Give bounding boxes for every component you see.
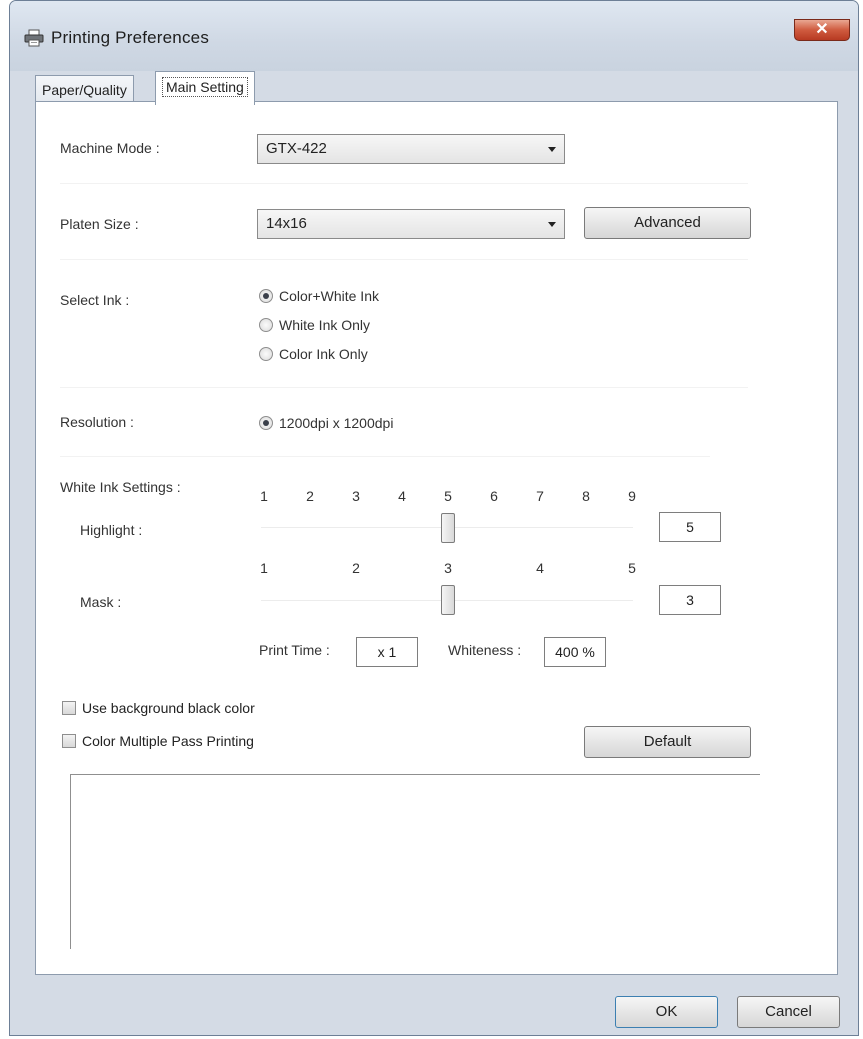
use-background-black-checkbox[interactable]: Use background black color (62, 697, 255, 719)
mask-tick: 1 (260, 560, 268, 576)
platen-size-select[interactable]: 14x16 (257, 209, 565, 239)
radio-button-checked[interactable] (259, 289, 273, 303)
highlight-slider-thumb[interactable] (441, 513, 455, 543)
mask-tick: 2 (352, 560, 360, 576)
highlight-tick: 3 (352, 488, 360, 504)
mask-tick: 4 (536, 560, 544, 576)
default-button[interactable]: Default (584, 726, 751, 758)
printer-icon (24, 29, 44, 47)
mask-slider-thumb[interactable] (441, 585, 455, 615)
description-area (70, 774, 760, 949)
radio-label: 1200dpi x 1200dpi (279, 415, 394, 431)
radio-label: White Ink Only (279, 317, 371, 333)
divider (60, 456, 710, 457)
machine-mode-value: GTX-422 (266, 140, 327, 157)
select-ink-label: Select Ink : (60, 292, 130, 308)
checkbox-label: Use background black color (82, 700, 255, 716)
main-setting-panel: Machine Mode : GTX-422 Platen Size : 14x… (35, 101, 838, 975)
checkbox[interactable] (62, 701, 76, 715)
printing-preferences-window: Printing Preferences ✕ Paper/Quality Mai… (9, 0, 859, 1036)
tab-main-setting-label: Main Setting (162, 77, 248, 97)
mask-label: Mask : (80, 594, 122, 610)
window-title: Printing Preferences (51, 28, 210, 47)
divider (60, 183, 748, 184)
radio-color-white-ink[interactable]: Color+White Ink (259, 285, 379, 307)
divider (60, 259, 748, 260)
chevron-down-icon (548, 222, 556, 227)
radio-button[interactable] (259, 318, 273, 332)
highlight-tick: 2 (306, 488, 314, 504)
highlight-tick: 8 (582, 488, 590, 504)
highlight-tick: 9 (628, 488, 636, 504)
machine-mode-label: Machine Mode : (60, 140, 160, 156)
radio-white-ink-only[interactable]: White Ink Only (259, 314, 370, 336)
highlight-value-box[interactable]: 5 (659, 512, 721, 542)
highlight-tick: 4 (398, 488, 406, 504)
checkbox[interactable] (62, 734, 76, 748)
highlight-tick: 7 (536, 488, 544, 504)
cancel-button[interactable]: Cancel (737, 996, 840, 1028)
machine-mode-select[interactable]: GTX-422 (257, 134, 565, 164)
radio-resolution-1200[interactable]: 1200dpi x 1200dpi (259, 412, 393, 434)
radio-button[interactable] (259, 347, 273, 361)
ok-button[interactable]: OK (615, 996, 718, 1028)
chevron-down-icon (548, 147, 556, 152)
platen-size-label: Platen Size : (60, 216, 139, 232)
advanced-button[interactable]: Advanced (584, 207, 751, 239)
radio-color-ink-only[interactable]: Color Ink Only (259, 343, 368, 365)
radio-button-checked[interactable] (259, 416, 273, 430)
title-bar[interactable]: Printing Preferences ✕ (10, 1, 858, 71)
highlight-tick: 1 (260, 488, 268, 504)
highlight-tick: 5 (444, 488, 452, 504)
radio-label: Color+White Ink (279, 288, 379, 304)
close-button[interactable]: ✕ (794, 19, 850, 41)
whiteness-value[interactable]: 400 % (544, 637, 606, 667)
whiteness-label: Whiteness : (448, 642, 522, 658)
color-multiple-pass-checkbox[interactable]: Color Multiple Pass Printing (62, 730, 254, 752)
mask-value-box[interactable]: 3 (659, 585, 721, 615)
print-time-value[interactable]: x 1 (356, 637, 418, 667)
print-time-label: Print Time : (259, 642, 330, 658)
radio-label: Color Ink Only (279, 346, 368, 362)
highlight-label: Highlight : (80, 522, 143, 538)
mask-tick: 5 (628, 560, 636, 576)
checkbox-label: Color Multiple Pass Printing (82, 733, 254, 749)
highlight-tick: 6 (490, 488, 498, 504)
platen-size-value: 14x16 (266, 215, 307, 232)
resolution-label: Resolution : (60, 414, 134, 430)
mask-tick: 3 (444, 560, 452, 576)
tab-main-setting[interactable]: Main Setting (155, 71, 255, 105)
divider (60, 387, 748, 388)
white-ink-settings-label: White Ink Settings : (60, 479, 181, 495)
